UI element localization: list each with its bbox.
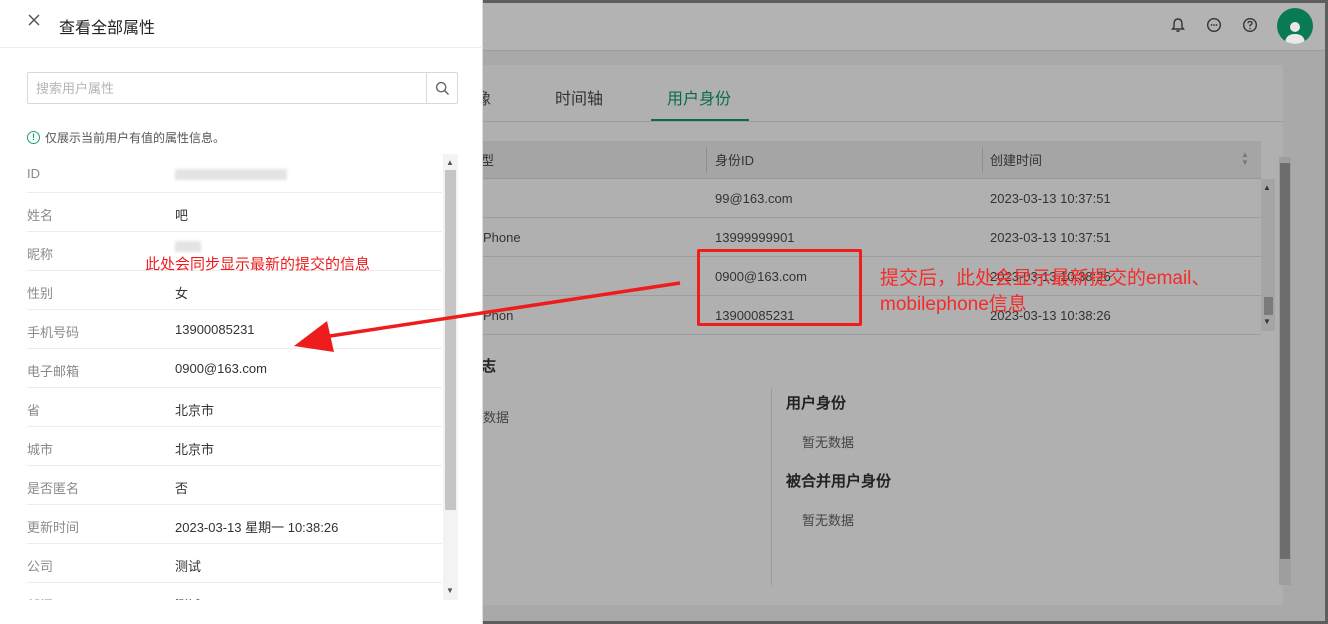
attribute-search-input[interactable] [28, 73, 426, 103]
cell-created-time: 2023-03-13 10:37:51 [990, 229, 1111, 245]
info-note-text: 仅展示当前用户有值的属性信息。 [45, 131, 226, 145]
attribute-row: 性别 女 [27, 271, 442, 310]
attribute-value: 北京市 [175, 403, 215, 418]
attribute-value: 否 [175, 481, 189, 496]
info-icon: ! [27, 131, 40, 144]
attribute-value: 13900085231 [175, 322, 255, 337]
section-divider [771, 389, 772, 585]
attribute-row: 是否匿名 否 [27, 466, 442, 505]
column-header-created-time: 创建时间 [990, 153, 1043, 168]
attribute-row: 手机号码 13900085231 [27, 310, 442, 349]
merged-identity-no-data: 暂无数据 [802, 513, 855, 528]
panel-scrollbar-thumb[interactable] [1280, 163, 1290, 559]
attribute-row: 姓名 吧 [27, 193, 442, 232]
attribute-key: 更新时间 [27, 520, 80, 535]
drawer-title: 查看全部属性 [59, 20, 156, 37]
scroll-down-arrow[interactable]: ▼ [446, 586, 454, 595]
user-identity-no-data: 暂无数据 [802, 435, 855, 450]
close-icon[interactable] [24, 12, 44, 32]
attribute-row: 省 北京市 [27, 388, 442, 427]
info-note: ! 仅展示当前用户有值的属性信息。 [27, 129, 225, 146]
panel-scrollbar[interactable] [1279, 157, 1291, 585]
log-no-data: 数据 [483, 410, 510, 425]
attribute-row: 部门 测试 [27, 583, 442, 600]
attribute-key: 昵称 [27, 247, 54, 262]
all-attributes-drawer: 查看全部属性 ! 仅展示当前用户有值的属性信息。 ID 姓名 吧 昵称 性别 女… [0, 0, 483, 624]
attribute-row: ID [27, 154, 442, 193]
highlight-box [697, 249, 862, 326]
user-identity-section-title: 用户身份 [786, 395, 847, 412]
user-detail-panel: 像 时间轴 用户身份 型 身份ID 创建时间 ▲ ▼ 99@163.com 202… [473, 65, 1291, 605]
attribute-row: 城市 北京市 [27, 427, 442, 466]
attribute-key: 电子邮箱 [27, 364, 80, 379]
scroll-up-arrow[interactable]: ▲ [446, 158, 454, 167]
search-button[interactable] [426, 73, 457, 103]
attribute-row: 公司 测试 [27, 544, 442, 583]
log-section-title: 志 [481, 358, 497, 375]
attribute-key: 是否匿名 [27, 481, 80, 496]
attribute-search [27, 72, 458, 104]
column-divider [982, 147, 983, 173]
user-avatar[interactable] [1277, 8, 1313, 44]
cell-type: Phone [483, 229, 521, 245]
bell-icon[interactable] [1169, 16, 1187, 34]
merged-identity-section-title: 被合并用户身份 [786, 473, 892, 490]
attribute-row: 更新时间 2023-03-13 星期一 10:38:26 [27, 505, 442, 544]
attribute-key: 姓名 [27, 208, 54, 223]
attribute-key: 省 [27, 403, 41, 418]
attribute-row: 电子邮箱 0900@163.com [27, 349, 442, 388]
annotation-left-note: 此处会同步显示最新的提交的信息 [145, 256, 371, 273]
cell-identity-id: 99@163.com [715, 190, 793, 206]
attribute-list-scrollbar-thumb[interactable] [445, 170, 456, 510]
cell-created-time: 2023-03-13 10:37:51 [990, 190, 1111, 206]
attribute-value: 女 [175, 286, 189, 301]
table-row: Phone 13999999901 2023-03-13 10:37:51 [473, 218, 1261, 257]
column-divider [706, 147, 707, 173]
attribute-key: 城市 [27, 442, 54, 457]
column-header-identity-id: 身份ID [715, 153, 755, 168]
tab-timeline[interactable]: 时间轴 [555, 85, 603, 109]
message-icon[interactable] [1205, 16, 1223, 34]
attribute-list: ID 姓名 吧 昵称 性别 女 手机号码 13900085231 电子邮箱 09… [27, 154, 442, 600]
attribute-value: 测试 [175, 595, 201, 600]
attribute-key: 部门 [27, 595, 53, 600]
attribute-value: 2023-03-13 星期一 10:38:26 [175, 520, 339, 535]
attribute-value: 北京市 [175, 442, 215, 457]
attribute-value-redacted [175, 168, 287, 183]
sort-icon[interactable]: ▲ ▼ [1241, 151, 1249, 167]
attribute-key: ID [27, 166, 40, 181]
cell-type: Phon [483, 307, 514, 323]
annotation-right-note: 提交后，此处会显示最新提交的email、mobilephone信息 [880, 268, 1211, 315]
search-icon [435, 81, 449, 95]
attribute-value: 吧 [175, 208, 189, 223]
attribute-key: 公司 [27, 559, 54, 574]
scroll-up-arrow[interactable]: ▲ [1263, 183, 1271, 192]
drawer-header: 查看全部属性 [0, 0, 483, 48]
identity-table-header: 型 身份ID 创建时间 ▲ ▼ [473, 141, 1261, 179]
attribute-value: 测试 [175, 559, 202, 574]
attribute-list-scrollbar[interactable]: ▲ ▼ [443, 154, 458, 600]
help-icon[interactable] [1241, 16, 1259, 34]
table-row: 99@163.com 2023-03-13 10:37:51 [473, 179, 1261, 218]
tabs-divider [473, 121, 1283, 122]
attribute-key: 性别 [27, 286, 54, 301]
attribute-key: 手机号码 [27, 325, 80, 340]
attribute-value: 0900@163.com [175, 361, 267, 376]
scroll-down-arrow[interactable]: ▼ [1263, 317, 1271, 326]
tab-user-identity[interactable]: 用户身份 [667, 85, 731, 109]
